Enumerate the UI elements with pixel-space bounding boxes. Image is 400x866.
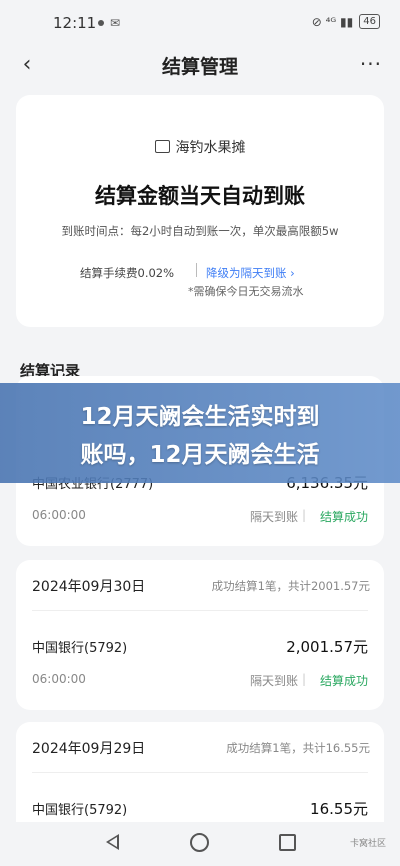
record-date: 2024年09月30日: [32, 579, 146, 595]
overlay-title-banner: 12月天阙会生活实时到 账吗，12月天阙会生活: [0, 383, 400, 483]
settlement-headline: 结算金额当天自动到账: [95, 184, 305, 208]
record-time: 06:00:00: [32, 672, 86, 686]
record-summary: 成功结算1笔，共计16.55元: [226, 741, 370, 755]
settle-mode: 隔天到账: [249, 510, 298, 524]
status-bar: 12:11 ✉ ⊘ ⁴ᴳ ▮▮ 46: [0, 0, 400, 44]
downgrade-link[interactable]: 降级为隔天到账 ›: [206, 265, 295, 281]
record-amount: 2,001.57元: [286, 638, 368, 656]
record-amount: 16.55元: [310, 800, 368, 818]
message-icon: ✉: [110, 16, 121, 30]
record-summary: 成功结算1笔，共计2001.57元: [211, 579, 370, 593]
network-icons: ⊘ ⁴ᴳ ▮▮: [311, 14, 354, 29]
page-title: 结算管理: [161, 56, 238, 78]
settlement-schedule: 到账时间点：每2小时自动到账一次，单次最高限额5w: [61, 224, 339, 238]
fee-label: 结算手续费0.02%: [80, 266, 175, 280]
status-time: 12:11: [53, 14, 97, 32]
divider: [32, 772, 368, 773]
downgrade-note: *需确保今日无交易流水: [188, 285, 304, 298]
battery-icon: 46: [359, 14, 380, 29]
shop-icon: [154, 140, 170, 153]
record-group[interactable]: 2024年09月30日 成功结算1笔，共计2001.57元 中国银行(5792)…: [16, 560, 384, 710]
record-date: 2024年09月29日: [32, 741, 146, 757]
nav-bar: ‹ 结算管理 ···: [0, 44, 400, 84]
watermark-text: 卡窝社区: [349, 839, 386, 849]
merchant-name-row: 海钓水果摊: [16, 137, 384, 157]
bank-account: 中国银行(5792): [32, 641, 128, 656]
settle-mode: 隔天到账: [249, 674, 298, 688]
banner-line-2: 账吗，12月天阙会生活: [80, 442, 320, 468]
home-circle-icon[interactable]: [190, 833, 209, 852]
mode-divider: |: [301, 508, 306, 522]
divider: [32, 610, 368, 611]
system-nav-bar: 卡窝社区: [0, 822, 400, 866]
back-triangle-inner: [109, 837, 117, 847]
bank-account: 中国银行(5792): [32, 803, 128, 818]
settlement-summary-card: 海钓水果摊 结算金额当天自动到账 到账时间点：每2小时自动到账一次，单次最高限额…: [16, 95, 384, 327]
settle-status: 结算成功: [319, 510, 368, 524]
record-time: 06:00:00: [32, 508, 86, 522]
status-indicators: ⊘ ⁴ᴳ ▮▮ 46: [312, 14, 380, 29]
recent-apps-icon[interactable]: [279, 834, 296, 851]
notification-dot-icon: [98, 20, 104, 26]
more-button[interactable]: ···: [360, 52, 382, 76]
merchant-name: 海钓水果摊: [175, 140, 246, 156]
fee-divider: [196, 263, 197, 277]
mode-divider: |: [301, 672, 306, 686]
settle-status: 结算成功: [319, 674, 368, 688]
banner-line-1: 12月天阙会生活实时到: [80, 404, 320, 430]
